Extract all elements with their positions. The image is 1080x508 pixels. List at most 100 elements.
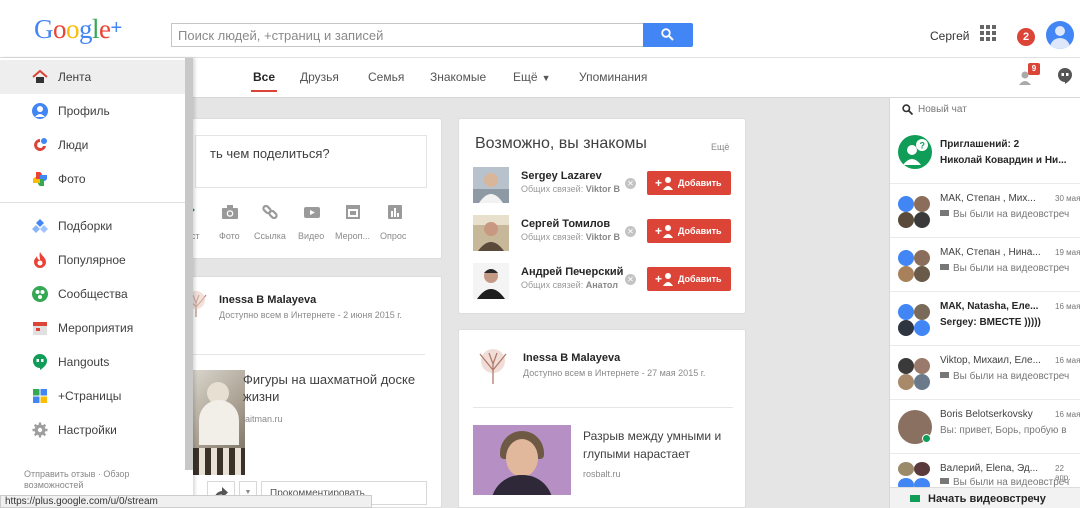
photos-icon (33, 172, 47, 186)
post-author-avatar[interactable] (473, 346, 513, 386)
tab-all[interactable]: Все (250, 70, 278, 92)
chat-invitations-row[interactable]: ? Приглашений: 2 Николай Ковардин и Ни..… (890, 123, 1080, 183)
logo-letter: e (99, 14, 111, 44)
start-video-call-button[interactable]: Начать видеовстречу (890, 487, 1080, 508)
event-icon[interactable] (344, 204, 362, 220)
chat-row-date: 30 мая (1055, 194, 1080, 203)
sidebar-item-profile[interactable]: Профиль (0, 94, 185, 128)
sidebar-item-label: Hangouts (58, 355, 110, 369)
tab-mentions[interactable]: Упоминания (579, 70, 647, 84)
suggestions-more-link[interactable]: Ещё (711, 142, 729, 152)
add-person-button[interactable]: + Добавить (647, 171, 731, 195)
overview-link-continued[interactable]: возможностей (24, 480, 174, 491)
search-button[interactable] (643, 23, 693, 47)
chat-conversation-row[interactable]: Viktop, Михаил, Еле... 16 мая Вы были на… (890, 345, 1080, 399)
add-person-icon: + (655, 224, 673, 238)
add-person-label: Добавить (678, 226, 722, 236)
sidebar-item-home[interactable]: Лента (0, 60, 185, 94)
person-name[interactable]: Sergey Lazarev (521, 170, 631, 182)
dismiss-icon[interactable]: ✕ (625, 226, 636, 237)
chat-row-message: Николай Ковардин и Ни... (940, 155, 1067, 166)
pages-icon (33, 389, 47, 403)
add-person-icon: + (655, 176, 673, 190)
video-call-icon (940, 478, 949, 484)
hangouts-icon[interactable] (1058, 68, 1072, 87)
chat-row-message: Вы были на видеовстреч (940, 371, 1076, 382)
svg-text:+: + (655, 224, 662, 238)
share-prompt-input[interactable]: ть чем поделиться? (195, 135, 427, 188)
chat-conversation-row[interactable]: Валерий, Elena, Эд... 22 апр. Вы были на… (890, 453, 1080, 492)
add-person-icon: + (655, 272, 673, 286)
sidebar-item-pages[interactable]: +Страницы (0, 379, 185, 413)
sidebar-item-settings[interactable]: Настройки (0, 413, 185, 447)
person-photo[interactable] (473, 215, 509, 251)
video-camera-icon (910, 495, 920, 502)
group-avatar (898, 246, 934, 282)
link-preview-title[interactable]: Разрыв между умными и глупыми нарастает (583, 427, 743, 463)
sidebar-item-label: Лента (58, 70, 92, 84)
tab-friends[interactable]: Друзья (300, 70, 339, 84)
add-person-button[interactable]: + Добавить (647, 267, 731, 291)
search-icon (902, 104, 913, 115)
dismiss-icon[interactable]: ✕ (625, 274, 636, 285)
sidebar-item-label: Подборки (58, 219, 113, 233)
suggested-person: Sergey Lazarev Общих связей: Viktor B ✕ … (473, 167, 735, 207)
collections-icon (32, 219, 48, 233)
people-notifications-icon[interactable]: 9 (1018, 63, 1040, 89)
post-divider (193, 354, 425, 355)
sidebar-item-people[interactable]: Люди (0, 128, 185, 162)
tab-acquaintances[interactable]: Знакомые (430, 70, 486, 84)
camera-icon[interactable] (221, 204, 239, 220)
new-chat-search[interactable]: Новый чат (890, 98, 1080, 123)
user-name[interactable]: Сергей (930, 29, 970, 43)
apps-grid-icon[interactable] (980, 25, 996, 41)
tab-family[interactable]: Семья (368, 70, 404, 84)
search-icon (661, 28, 674, 41)
chat-conversation-row[interactable]: МАК, Степан , Мих... 30 мая Вы были на в… (890, 183, 1080, 237)
post-meta: Доступно всем в Интернете - 2 июня 2015 … (219, 310, 402, 320)
sidebar-item-popular[interactable]: Популярное (0, 243, 185, 277)
sidebar-item-collections[interactable]: Подборки (0, 209, 185, 243)
mutual-name: Viktor B (585, 184, 621, 194)
tab-more[interactable]: Ещё ▼ (513, 70, 550, 84)
chat-row-message: Sergey: ВМЕСТЕ ))))) (940, 317, 1041, 328)
sidebar-item-hangouts[interactable]: Hangouts (0, 345, 185, 379)
link-icon[interactable] (261, 204, 279, 220)
video-icon[interactable] (303, 204, 321, 220)
account-avatar[interactable] (1046, 21, 1074, 49)
new-chat-label: Новый чат (918, 104, 967, 115)
sidebar-item-label: Популярное (58, 253, 126, 267)
post-divider (473, 407, 733, 408)
chat-conversation-row[interactable]: МАК, Natasha, Еле... 16 мая Sergey: ВМЕС… (890, 291, 1080, 345)
chat-conversation-row[interactable]: МАК, Степан , Нина... 19 мая Вы были на … (890, 237, 1080, 291)
person-name[interactable]: Андрей Печерский (521, 266, 631, 278)
add-person-button[interactable]: + Добавить (647, 219, 731, 243)
link-preview-image[interactable] (193, 370, 245, 475)
link-preview-image[interactable] (473, 425, 571, 495)
post-author-name[interactable]: Inessa B Malayeva (219, 294, 316, 306)
dismiss-icon[interactable]: ✕ (625, 178, 636, 189)
person-photo[interactable] (473, 167, 509, 203)
suggested-person: Сергей Томилов Общих связей: Viktor B ✕ … (473, 215, 735, 255)
sidebar-item-communities[interactable]: Сообщества (0, 277, 185, 311)
google-plus-logo[interactable]: Google+ (34, 14, 122, 45)
mutual-connections: Общих связей: Viktor B (521, 184, 621, 194)
link-preview-title[interactable]: Фигуры на шахматной доске жизни (243, 371, 423, 405)
post-author-name[interactable]: Inessa B Malayeva (523, 352, 620, 364)
person-photo[interactable] (473, 263, 509, 299)
sidebar-item-label: Люди (58, 138, 89, 152)
invitation-icon: ? (898, 135, 934, 171)
chat-row-date: 19 мая (1055, 248, 1080, 257)
person-name[interactable]: Сергей Томилов (521, 218, 631, 230)
status-bar-url: https://plus.google.com/u/0/stream (0, 495, 372, 508)
notifications-badge[interactable]: 2 (1017, 28, 1035, 46)
chat-conversation-row[interactable]: Boris Belotserkovsky 16 мая Вы: привет, … (890, 399, 1080, 453)
events-icon (33, 322, 47, 335)
sidebar-scrollbar[interactable] (185, 58, 193, 470)
feedback-overview-link[interactable]: Отправить отзыв · Обзор (24, 469, 174, 480)
chat-row-date: 16 мая (1055, 356, 1080, 365)
search-input[interactable]: Поиск людей, +страниц и записей (171, 23, 644, 47)
poll-icon[interactable] (386, 204, 404, 220)
sidebar-item-events[interactable]: Мероприятия (0, 311, 185, 345)
sidebar-item-photos[interactable]: Фото (0, 162, 185, 196)
